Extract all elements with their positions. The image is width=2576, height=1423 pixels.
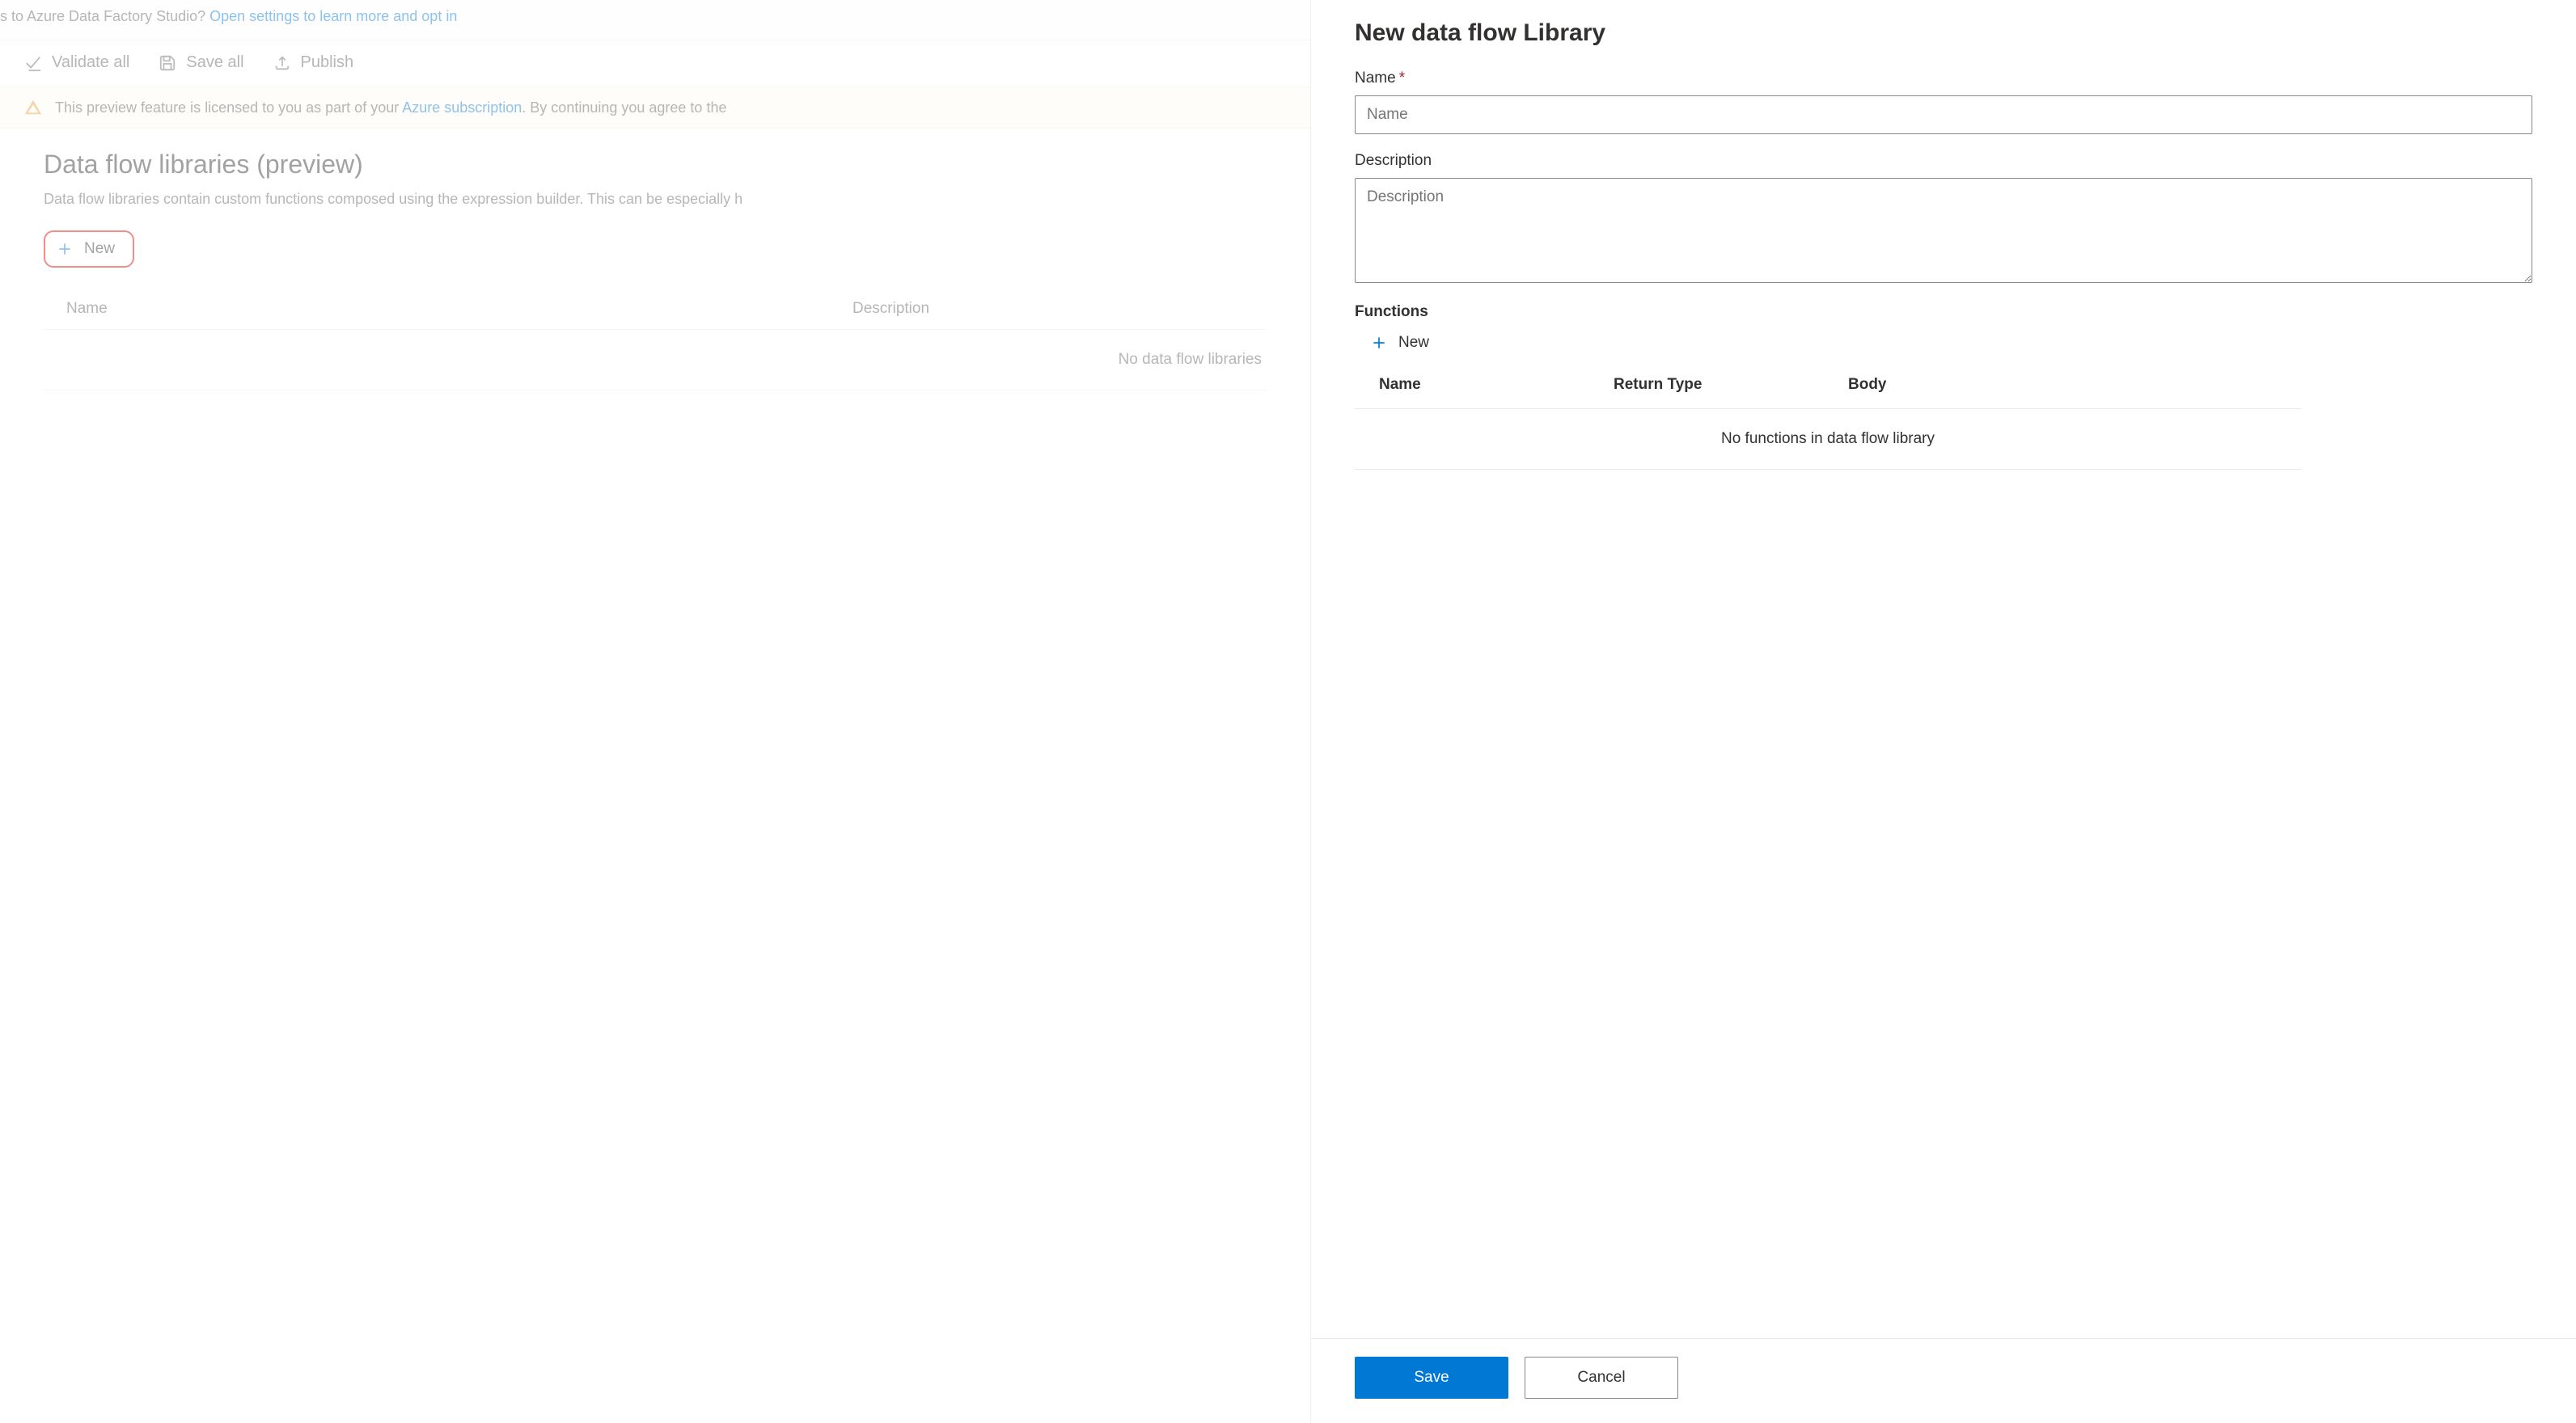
name-label: Name*	[1355, 70, 2532, 87]
libraries-table-header: Name Description	[44, 289, 1267, 330]
new-library-button[interactable]: New	[44, 230, 134, 268]
functions-empty-row: No functions in data flow library	[1355, 409, 2301, 470]
cancel-button[interactable]: Cancel	[1525, 1357, 1678, 1399]
field-name: Name*	[1355, 70, 2532, 134]
panel-footer: Save Cancel	[1311, 1338, 2576, 1423]
panel-title: New data flow Library	[1355, 19, 2532, 47]
validate-all-button[interactable]: Validate all	[24, 53, 129, 72]
preview-notice: This preview feature is licensed to you …	[0, 87, 1310, 129]
description-label: Description	[1355, 152, 2532, 170]
warning-icon	[24, 99, 42, 116]
page-title: Data flow libraries (preview)	[44, 150, 1267, 179]
new-function-label: New	[1398, 334, 1429, 352]
main-area: s to Azure Data Factory Studio? Open set…	[0, 0, 1310, 1423]
page-content: Data flow libraries (preview) Data flow …	[0, 129, 1310, 391]
save-all-label: Save all	[186, 53, 243, 72]
save-icon	[159, 54, 176, 72]
toolbar: Validate all Save all Publish	[0, 40, 1310, 87]
functions-table-header: Name Return Type Body	[1355, 363, 2301, 409]
description-input[interactable]	[1355, 178, 2532, 283]
name-input[interactable]	[1355, 95, 2532, 134]
col-header-description[interactable]: Description	[852, 300, 1267, 318]
new-library-panel: New data flow Library Name* Description …	[1310, 0, 2576, 1423]
save-button[interactable]: Save	[1355, 1357, 1508, 1399]
plus-icon	[1371, 335, 1387, 351]
validate-all-label: Validate all	[52, 53, 129, 72]
save-all-button[interactable]: Save all	[159, 53, 243, 72]
top-info-banner: s to Azure Data Factory Studio? Open set…	[0, 0, 1310, 40]
validate-icon	[24, 54, 42, 72]
new-library-label: New	[84, 240, 115, 258]
func-col-return-type[interactable]: Return Type	[1614, 376, 1848, 394]
new-function-button[interactable]: New	[1355, 326, 1436, 363]
publish-button[interactable]: Publish	[273, 53, 354, 72]
plus-icon	[57, 241, 73, 257]
required-marker: *	[1399, 70, 1405, 87]
libraries-empty-row: No data flow libraries	[44, 330, 1267, 391]
func-col-name[interactable]: Name	[1379, 376, 1614, 394]
func-col-body[interactable]: Body	[1848, 376, 2301, 394]
field-description: Description	[1355, 152, 2532, 285]
col-header-name[interactable]: Name	[44, 300, 852, 318]
libraries-table: Name Description No data flow libraries	[44, 289, 1267, 391]
publish-label: Publish	[301, 53, 354, 72]
publish-icon	[273, 54, 291, 72]
functions-section: Functions New Name Return Type Body No f…	[1355, 303, 2532, 470]
page-subtitle: Data flow libraries contain custom funct…	[44, 191, 1267, 208]
functions-label: Functions	[1355, 303, 2532, 321]
functions-table: Name Return Type Body No functions in da…	[1355, 363, 2301, 470]
azure-subscription-link[interactable]: Azure subscription	[402, 99, 522, 116]
top-info-text: s to Azure Data Factory Studio?	[0, 8, 209, 24]
open-settings-link[interactable]: Open settings to learn more and opt in	[209, 8, 457, 24]
preview-notice-text: This preview feature is licensed to you …	[55, 99, 726, 116]
